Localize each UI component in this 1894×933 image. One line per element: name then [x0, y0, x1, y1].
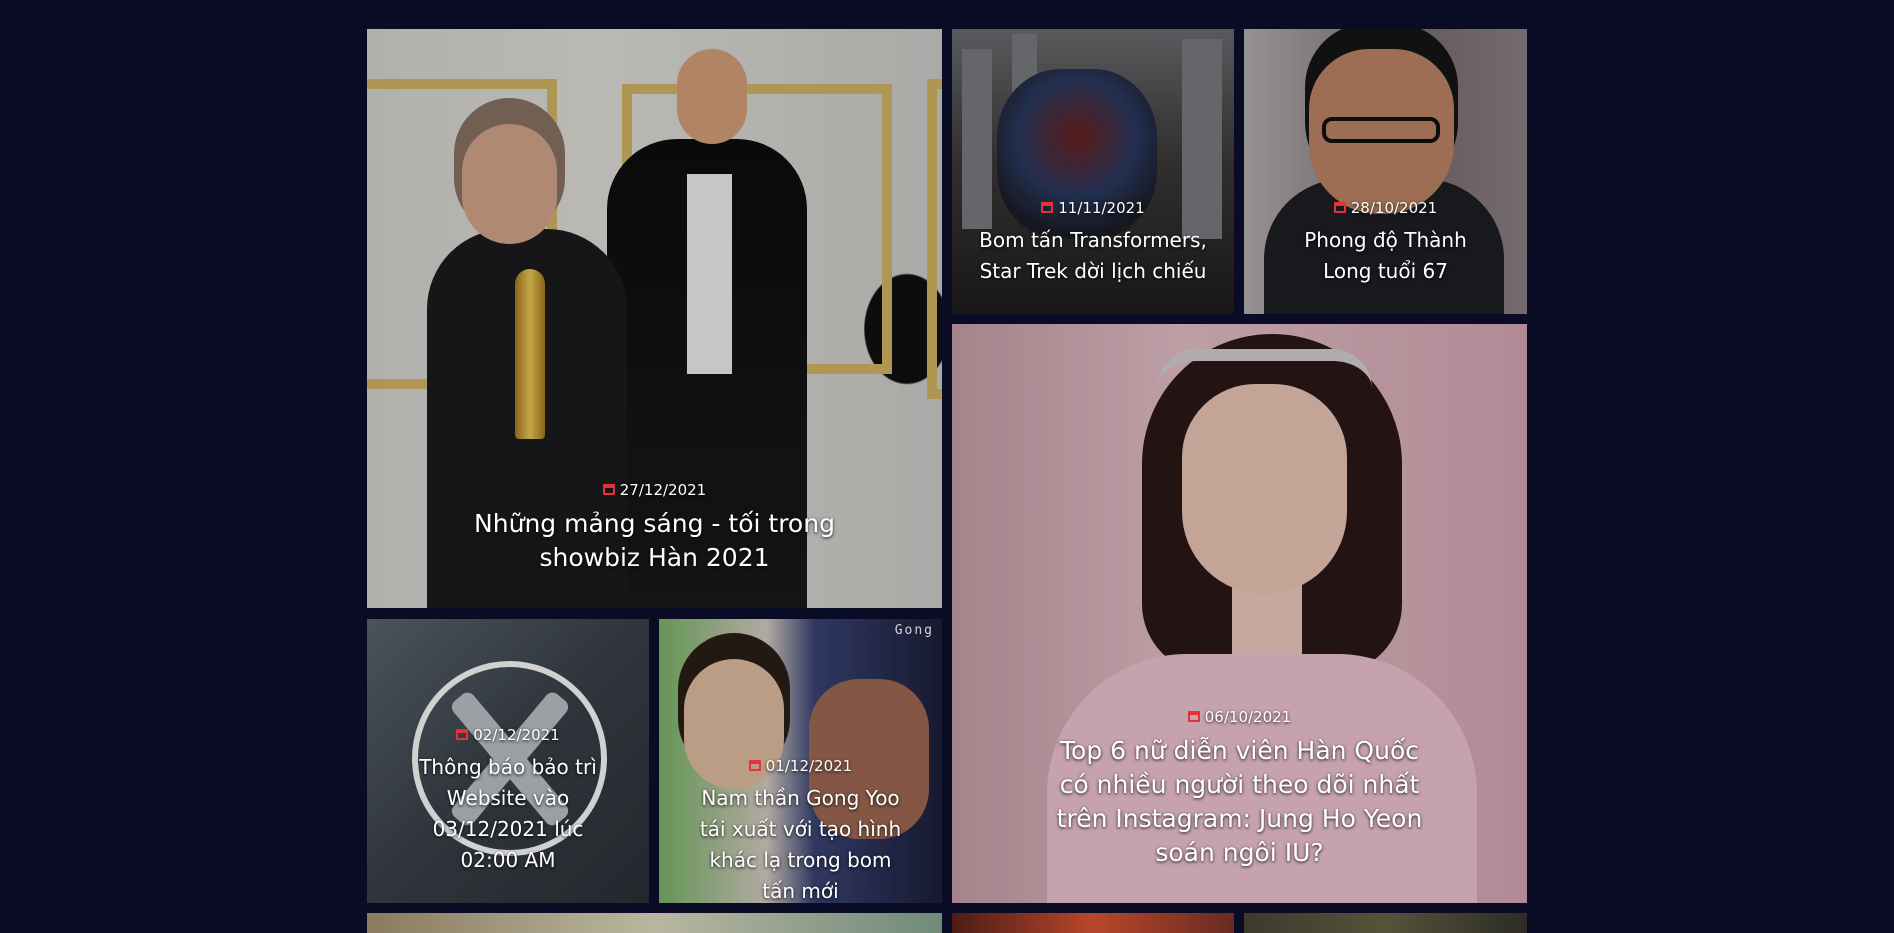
- article-title[interactable]: Thông báo bảo trì Website vào 03/12/2021…: [406, 752, 611, 876]
- article-card-top6-actresses[interactable]: 06/10/2021 Top 6 nữ diễn viên Hàn Quốc c…: [952, 324, 1527, 903]
- article-card-transformers[interactable]: 11/11/2021 Bom tấn Transformers, Star Tr…: [952, 29, 1234, 314]
- article-meta: 06/10/2021 Top 6 nữ diễn viên Hàn Quốc c…: [952, 707, 1527, 870]
- article-meta: 11/11/2021 Bom tấn Transformers, Star Tr…: [952, 198, 1234, 287]
- article-title[interactable]: Phong độ Thành Long tuổi 67: [1281, 225, 1491, 287]
- calendar-icon: [1333, 202, 1346, 213]
- date-text: 11/11/2021: [1058, 198, 1145, 217]
- article-date: 11/11/2021: [1041, 198, 1145, 217]
- article-date: 06/10/2021: [1187, 707, 1292, 726]
- article-card-partial[interactable]: [367, 913, 942, 933]
- date-text: 02/12/2021: [473, 725, 560, 744]
- article-card-showbiz-2021[interactable]: 27/12/2021 Những mảng sáng - tối trong s…: [367, 29, 942, 608]
- date-text: 27/12/2021: [619, 480, 707, 499]
- article-title[interactable]: Bom tấn Transformers, Star Trek dời lịch…: [978, 225, 1208, 287]
- article-image: [367, 913, 942, 933]
- date-text: 01/12/2021: [765, 756, 853, 775]
- article-card-partial[interactable]: [952, 913, 1234, 933]
- article-meta: 02/12/2021 Thông báo bảo trì Website vào…: [367, 725, 649, 876]
- article-date: 28/10/2021: [1333, 198, 1438, 217]
- article-date: 01/12/2021: [748, 756, 853, 775]
- date-text: 06/10/2021: [1204, 707, 1292, 726]
- calendar-icon: [1187, 711, 1200, 722]
- calendar-icon: [456, 729, 469, 740]
- article-meta: 27/12/2021 Những mảng sáng - tối trong s…: [367, 480, 942, 575]
- article-card-jackie-chan[interactable]: 28/10/2021 Phong độ Thành Long tuổi 67: [1244, 29, 1527, 314]
- calendar-icon: [1041, 202, 1054, 213]
- article-meta: 01/12/2021 Nam thần Gong Yoo tái xuất vớ…: [659, 756, 942, 904]
- article-card-gong-yoo[interactable]: Gong 01/12/2021 Nam thần Gong Yoo tái xu…: [659, 619, 942, 903]
- article-meta: 28/10/2021 Phong độ Thành Long tuổi 67: [1244, 198, 1527, 287]
- article-image: [1244, 913, 1527, 933]
- calendar-icon: [602, 484, 615, 495]
- article-card-partial[interactable]: [1244, 913, 1527, 933]
- article-date: 02/12/2021: [456, 725, 560, 744]
- page: { "articles": [ {"date": "27/12/2021", "…: [0, 0, 1894, 933]
- article-title[interactable]: Những mảng sáng - tối trong showbiz Hàn …: [455, 507, 855, 575]
- date-text: 28/10/2021: [1350, 198, 1438, 217]
- calendar-icon: [748, 760, 761, 771]
- article-date: 27/12/2021: [602, 480, 707, 499]
- article-title[interactable]: Nam thần Gong Yoo tái xuất với tạo hình …: [693, 783, 908, 903]
- article-title[interactable]: Top 6 nữ diễn viên Hàn Quốc có nhiều ngư…: [1050, 734, 1430, 870]
- article-image: [952, 913, 1234, 933]
- article-card-maintenance[interactable]: 02/12/2021 Thông báo bảo trì Website vào…: [367, 619, 649, 903]
